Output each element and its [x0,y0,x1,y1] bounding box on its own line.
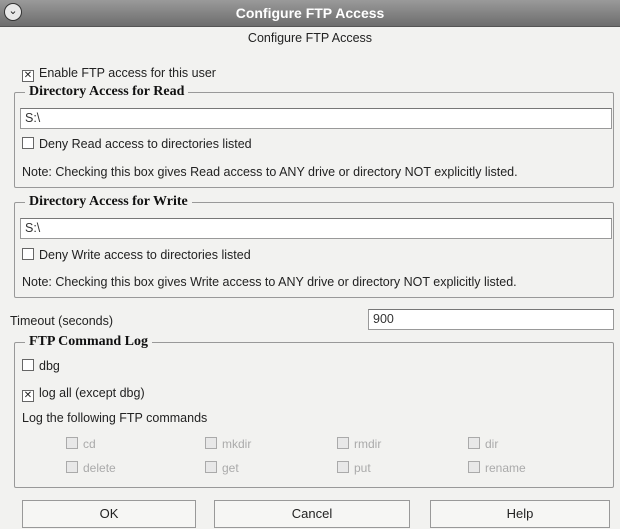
command-label: delete [83,461,116,475]
write-access-title: Directory Access for Write [25,194,192,210]
deny-read-checkbox[interactable] [22,137,34,149]
command-checkbox[interactable] [468,461,480,473]
command-dir[interactable]: dir [468,437,498,451]
timeout-input[interactable]: 900 [368,309,614,330]
log-all-row[interactable]: ✕ log all (except dbg) [22,386,145,402]
command-cd[interactable]: cd [66,437,96,451]
write-note: Note: Checking this box gives Write acce… [22,275,517,289]
command-rename[interactable]: rename [468,461,526,475]
enable-ftp-label: Enable FTP access for this user [39,66,216,80]
commands-label: Log the following FTP commands [22,411,208,425]
ok-button[interactable]: OK [22,500,196,528]
command-label: rmdir [354,437,382,451]
command-checkbox[interactable] [66,437,78,449]
timeout-label: Timeout (seconds) [10,314,114,328]
command-rmdir[interactable]: rmdir [337,437,381,451]
command-checkbox[interactable] [468,437,480,449]
command-label: dir [485,437,499,451]
deny-read-row[interactable]: Deny Read access to directories listed [22,137,252,151]
log-all-label: log all (except dbg) [39,386,145,400]
command-checkbox[interactable] [66,461,78,473]
deny-write-label: Deny Write access to directories listed [39,248,251,262]
command-label: cd [83,437,96,451]
help-button[interactable]: Help [430,500,610,528]
deny-write-checkbox[interactable] [22,248,34,260]
command-mkdir[interactable]: mkdir [205,437,251,451]
command-label: get [222,461,239,475]
read-path-input[interactable]: S:\ [20,108,612,129]
command-label: put [354,461,371,475]
dbg-row[interactable]: dbg [22,359,60,373]
command-checkbox[interactable] [205,461,217,473]
deny-read-label: Deny Read access to directories listed [39,137,252,151]
dbg-label: dbg [39,359,60,373]
window-title: Configure FTP Access [235,5,385,21]
command-get[interactable]: get [205,461,239,475]
dbg-checkbox[interactable] [22,359,34,371]
enable-ftp-row[interactable]: ✕ Enable FTP access for this user [22,66,216,82]
cancel-button[interactable]: Cancel [214,500,410,528]
command-checkbox[interactable] [205,437,217,449]
deny-write-row[interactable]: Deny Write access to directories listed [22,248,251,262]
read-access-title: Directory Access for Read [25,84,189,100]
write-path-input[interactable]: S:\ [20,218,612,239]
command-log-title: FTP Command Log [25,334,153,350]
command-checkbox[interactable] [337,437,349,449]
enable-ftp-checkbox[interactable]: ✕ [22,70,34,82]
command-put[interactable]: put [337,461,371,475]
read-note: Note: Checking this box gives Read acces… [22,165,518,179]
title-bar: ⌄ Configure FTP Access [0,0,620,27]
command-label: rename [485,461,526,475]
command-delete[interactable]: delete [66,461,116,475]
command-checkbox[interactable] [337,461,349,473]
command-label: mkdir [222,437,252,451]
log-all-checkbox[interactable]: ✕ [22,390,34,402]
dialog-subtitle: Configure FTP Access [247,31,373,45]
